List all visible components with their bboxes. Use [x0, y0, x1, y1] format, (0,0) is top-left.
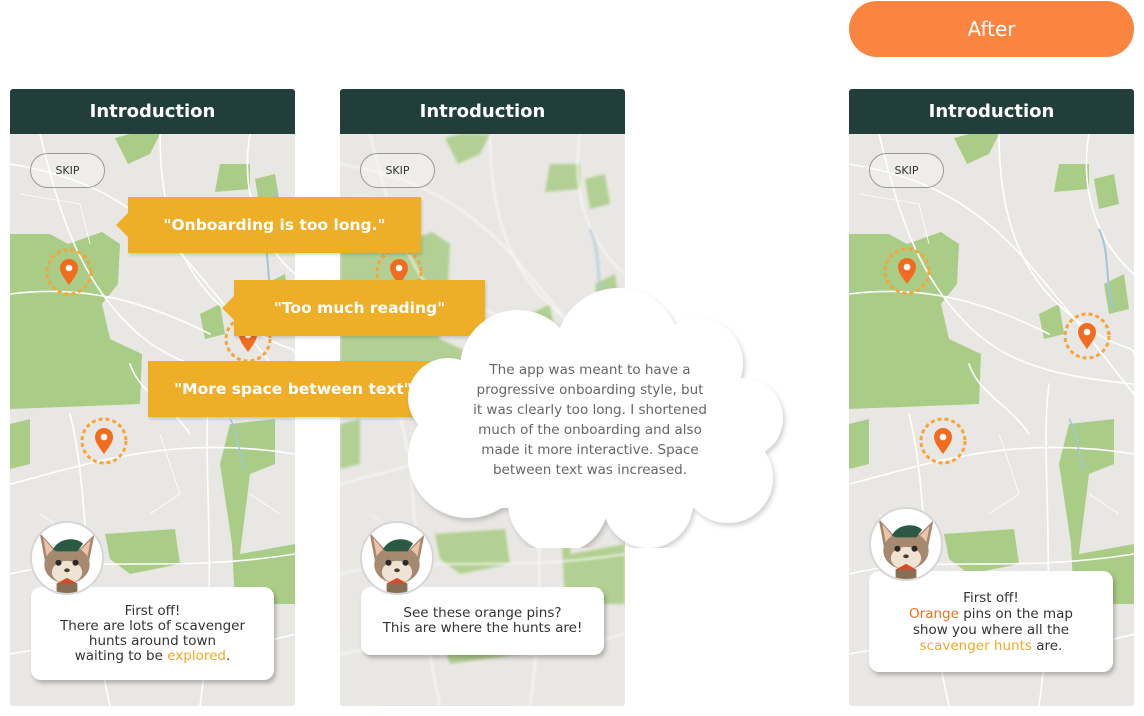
speech-bubble: See these orange pins? This are where th… — [361, 587, 604, 655]
screen-header: Introduction — [340, 89, 625, 134]
mascot-avatar-icon — [30, 521, 104, 595]
speech-text: . — [226, 647, 231, 664]
speech-line: See these orange pins? — [403, 605, 562, 621]
mascot-avatar-icon — [869, 507, 943, 581]
phone-screen-after: Introduction SKIP First off! Orange pins… — [849, 89, 1134, 706]
callout-tail — [116, 213, 128, 237]
speech-line: First off! — [124, 602, 181, 619]
screen-header: Introduction — [10, 89, 295, 134]
callout-tail — [222, 296, 234, 320]
screen-title: Introduction — [419, 101, 546, 122]
highlight-word: explored — [167, 647, 227, 664]
screen-header: Introduction — [849, 89, 1134, 134]
skip-button[interactable]: SKIP — [30, 153, 105, 188]
speech-line: scavenger hunts are. — [869, 638, 1113, 654]
map-pin-icon[interactable] — [1062, 311, 1112, 361]
map-pin-icon[interactable] — [882, 246, 932, 296]
speech-bubble: First off! There are lots of scavenger h… — [31, 587, 274, 680]
feedback-text: "Onboarding is too long." — [163, 216, 386, 234]
speech-text: waiting to be — [74, 647, 168, 664]
skip-button[interactable]: SKIP — [869, 153, 944, 188]
speech-line: hunts around town — [88, 632, 217, 649]
feedback-callout: "More space between text" — [148, 361, 450, 417]
map-pin-icon[interactable] — [44, 247, 94, 297]
after-label-pill: After — [849, 1, 1134, 57]
speech-line: This are where the hunts are! — [382, 620, 583, 636]
skip-button[interactable]: SKIP — [360, 153, 435, 188]
speech-line: First off! — [963, 589, 1019, 606]
speech-line: waiting to be explored. — [31, 647, 274, 664]
feedback-text: "More space between text" — [174, 380, 412, 398]
speech-bubble: First off! Orange pins on the map show y… — [869, 571, 1113, 672]
screen-title: Introduction — [928, 101, 1055, 122]
map-pin-icon[interactable] — [918, 416, 968, 466]
highlight-word: Orange — [909, 605, 959, 622]
map-pin-icon[interactable] — [79, 416, 129, 466]
speech-text: pins on the map — [958, 605, 1073, 622]
highlight-word: scavenger hunts — [919, 637, 1032, 654]
speech-text: are. — [1031, 637, 1063, 654]
feedback-callout: "Onboarding is too long." — [116, 197, 421, 253]
cloud-explanation-text: The app was meant to have a progressive … — [473, 362, 707, 478]
screen-title: Introduction — [89, 101, 216, 122]
speech-line: There are lots of scavenger — [59, 617, 246, 634]
speech-line: Orange pins on the map — [869, 606, 1113, 622]
speech-line: show you where all the — [912, 621, 1070, 638]
